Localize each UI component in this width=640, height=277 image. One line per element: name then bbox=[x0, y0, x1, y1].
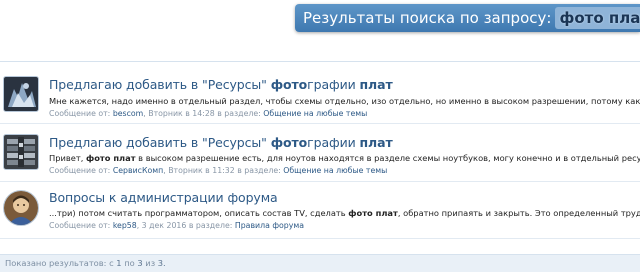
meta-label: в разделе: bbox=[237, 166, 281, 175]
results-count-label: Показано результатов: bbox=[5, 258, 107, 268]
post-date: , 3 дек 2016 bbox=[136, 221, 187, 230]
search-query-text: фото плат bbox=[555, 7, 640, 29]
post-date: , Вторник в 11:32 bbox=[163, 166, 235, 175]
meta-label: в разделе: bbox=[188, 221, 233, 230]
result-meta: Сообщение от: СервисКомп, Вторник в 11:3… bbox=[49, 166, 387, 175]
author-link[interactable]: kep58 bbox=[113, 221, 137, 230]
result-meta: Сообщение от: bescom, Вторник в 14:28 в … bbox=[49, 109, 367, 118]
title-text: графии bbox=[307, 77, 360, 92]
search-result-item: Предлагаю добавить в "Ресурсы" фотографи… bbox=[0, 62, 640, 124]
results-count-text: по bbox=[124, 258, 135, 268]
snippet-text: Привет, bbox=[49, 153, 86, 163]
post-date: , Вторник в 14:28 bbox=[143, 109, 215, 118]
forum-link[interactable]: Правила форума bbox=[235, 221, 304, 230]
search-results-list: Предлагаю добавить в "Ресурсы" фотографи… bbox=[0, 61, 640, 239]
title-highlight: плат bbox=[359, 77, 393, 92]
title-text: Предлагаю добавить в "Ресурсы" bbox=[49, 135, 271, 150]
search-result-item: Предлагаю добавить в "Ресурсы" фотографи… bbox=[0, 124, 640, 182]
results-count-text: из bbox=[145, 258, 156, 268]
title-text: графии bbox=[307, 135, 360, 150]
snippet-text: , обратно припаять и закрыть. Это опреде… bbox=[397, 208, 640, 218]
snippet-text: в высоком разрешение есть, для ноутов на… bbox=[138, 153, 640, 163]
meta-label: в разделе: bbox=[217, 109, 261, 118]
result-snippet: Мне кажется, надо именно в отдельный раз… bbox=[49, 96, 640, 106]
results-to-number: 3 bbox=[137, 258, 143, 268]
forum-link[interactable]: Общение на любые темы bbox=[263, 109, 367, 118]
search-results-title-bar: Результаты поиска по запросу:фото плат bbox=[295, 4, 640, 32]
snippet-highlight: фото плат bbox=[348, 208, 398, 218]
results-count-bar: Показано результатов: с 1 по 3 из 3. bbox=[0, 254, 640, 272]
search-result-item: Вопросы к администрации форума ...три) п… bbox=[0, 182, 640, 239]
title-highlight: фото bbox=[270, 135, 308, 150]
title-highlight: плат bbox=[359, 135, 393, 150]
result-title-link[interactable]: Предлагаю добавить в "Ресурсы" фотографи… bbox=[49, 135, 393, 150]
person-portrait-avatar-icon[interactable] bbox=[3, 190, 39, 226]
author-link[interactable]: bescom bbox=[113, 109, 143, 118]
snippet-text: ...три) потом считать программатором, оп… bbox=[49, 208, 349, 218]
result-snippet: ...три) потом считать программатором, оп… bbox=[49, 208, 640, 218]
circuit-board-avatar-icon[interactable] bbox=[3, 134, 39, 170]
meta-label: Сообщение от: bbox=[49, 166, 111, 175]
snippet-highlight: фото плат bbox=[86, 153, 136, 163]
title-text: Вопросы к администрации форума bbox=[49, 190, 278, 205]
results-count-text: с bbox=[109, 258, 114, 268]
forum-link[interactable]: Общение на любые темы bbox=[283, 166, 387, 175]
title-text: Предлагаю добавить в "Ресурсы" bbox=[49, 77, 271, 92]
result-snippet: Привет, фото плат в высоком разрешение е… bbox=[49, 153, 640, 163]
meta-label: Сообщение от: bbox=[49, 109, 111, 118]
result-title-link[interactable]: Предлагаю добавить в "Ресурсы" фотографи… bbox=[49, 77, 393, 92]
results-from-number: 1 bbox=[116, 258, 122, 268]
dark-figure-avatar-icon[interactable] bbox=[3, 76, 39, 112]
results-total-number: 3. bbox=[157, 258, 166, 268]
meta-label: Сообщение от: bbox=[49, 221, 111, 230]
title-highlight: фото bbox=[270, 77, 308, 92]
snippet-text: Мне кажется, надо именно в отдельный раз… bbox=[49, 96, 640, 106]
result-meta: Сообщение от: kep58, 3 дек 2016 в раздел… bbox=[49, 221, 304, 230]
results-total-value: 3 bbox=[157, 258, 164, 268]
result-title-link[interactable]: Вопросы к администрации форума bbox=[49, 190, 278, 205]
page-title: Результаты поиска по запросу: bbox=[303, 9, 552, 27]
author-link[interactable]: СервисКомп bbox=[113, 166, 163, 175]
